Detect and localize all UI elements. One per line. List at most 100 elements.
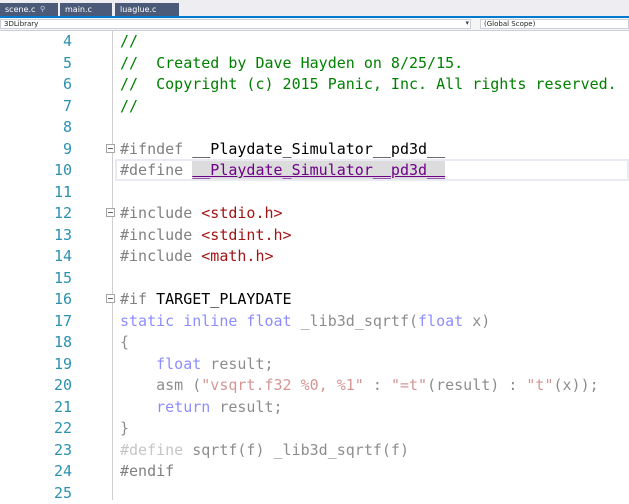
code-token: #include bbox=[120, 226, 201, 244]
line-number: 20 bbox=[0, 375, 72, 397]
code-line[interactable]: 25 bbox=[0, 483, 629, 504]
line-number: 24 bbox=[0, 461, 72, 483]
code-line[interactable]: 8 bbox=[0, 117, 629, 139]
code-line[interactable]: 11 bbox=[0, 182, 629, 204]
code-editor[interactable]: 4 // 5 // Created by Dave Hayden on 8/25/15… bbox=[0, 31, 629, 500]
code-text: #include <math.h> bbox=[120, 246, 274, 268]
code-text: #define sqrtf(f) _lib3d_sqrtf(f) bbox=[120, 440, 409, 462]
pin-icon[interactable]: ⚲ bbox=[40, 3, 45, 16]
line-number: 11 bbox=[0, 182, 72, 204]
line-number: 22 bbox=[0, 418, 72, 440]
code-token: <stdio.h> bbox=[201, 204, 282, 222]
collapse-icon[interactable] bbox=[106, 208, 115, 217]
code-text: float result; bbox=[120, 354, 274, 376]
code-token: return bbox=[156, 398, 210, 416]
code-text: #define __Playdate_Simulator__pd3d__ bbox=[120, 160, 445, 182]
code-line[interactable]: 5 // Created by Dave Hayden on 8/25/15. bbox=[0, 53, 629, 75]
project-dropdown-value: 3DLibrary bbox=[4, 20, 38, 28]
code-token: <stdint.h> bbox=[201, 226, 291, 244]
tab-luaglue-c[interactable]: luaglue.c bbox=[115, 3, 179, 16]
code-line[interactable]: 4 // bbox=[0, 31, 629, 53]
line-number: 25 bbox=[0, 483, 72, 504]
document-tab-bar: scene.c ⚲ main.c luaglue.c bbox=[0, 0, 629, 18]
code-line[interactable]: 9#ifndef __Playdate_Simulator__pd3d__ bbox=[0, 139, 629, 161]
collapse-icon[interactable] bbox=[106, 294, 115, 303]
code-line[interactable]: 13 #include <stdint.h> bbox=[0, 225, 629, 247]
code-text: // bbox=[120, 96, 138, 118]
line-number: 5 bbox=[0, 53, 72, 75]
code-line[interactable]: 22} bbox=[0, 418, 629, 440]
code-line[interactable]: 20 asm ("vsqrt.f32 %0, %1" : "=t"(result… bbox=[0, 375, 629, 397]
tab-scene-c[interactable]: scene.c ⚲ bbox=[0, 3, 58, 16]
code-token: x) bbox=[463, 312, 490, 330]
code-text: asm ("vsqrt.f32 %0, %1" : "=t"(result) :… bbox=[120, 375, 599, 397]
code-token: __Playdate_Simulator__pd3d__ bbox=[192, 161, 445, 179]
code-token: // Copyright (c) 2015 Panic, Inc. All ri… bbox=[120, 75, 617, 93]
code-text: } bbox=[120, 418, 129, 440]
code-token: { bbox=[120, 333, 129, 351]
code-token: #endif bbox=[120, 462, 174, 480]
code-token: #ifndef bbox=[120, 140, 192, 158]
line-number: 12 bbox=[0, 203, 72, 225]
line-number: 17 bbox=[0, 311, 72, 333]
project-dropdown[interactable]: 3DLibrary ▾ bbox=[0, 19, 471, 29]
line-number: 10 bbox=[0, 160, 72, 182]
tab-main-c[interactable]: main.c bbox=[60, 3, 112, 16]
line-number: 4 bbox=[0, 31, 72, 53]
line-number: 8 bbox=[0, 117, 72, 139]
chevron-down-icon[interactable]: ▾ bbox=[465, 19, 469, 28]
line-number: 14 bbox=[0, 246, 72, 268]
line-number: 16 bbox=[0, 289, 72, 311]
code-token: "vsqrt.f32 %0, %1" bbox=[201, 376, 364, 394]
code-token: #define bbox=[120, 161, 192, 179]
code-token: float bbox=[418, 312, 463, 330]
code-token: sqrtf(f) _lib3d_sqrtf(f) bbox=[192, 441, 409, 459]
tab-label: scene.c bbox=[5, 5, 35, 14]
code-text: // bbox=[120, 31, 138, 53]
code-token: : bbox=[364, 376, 391, 394]
code-token: // bbox=[120, 97, 138, 115]
code-token: // Created by Dave Hayden on 8/25/15. bbox=[120, 54, 463, 72]
code-line[interactable]: 21 return result; bbox=[0, 397, 629, 419]
code-token: } bbox=[120, 419, 129, 437]
code-line[interactable]: 15 bbox=[0, 268, 629, 290]
code-text: #include <stdint.h> bbox=[120, 225, 292, 247]
code-text: static inline float _lib3d_sqrtf(float x… bbox=[120, 311, 490, 333]
code-token: #if bbox=[120, 290, 156, 308]
code-token: result; bbox=[201, 355, 273, 373]
code-token: #include bbox=[120, 247, 201, 265]
code-line[interactable]: 7 // bbox=[0, 96, 629, 118]
line-number: 18 bbox=[0, 332, 72, 354]
code-line[interactable]: 16 #if TARGET_PLAYDATE bbox=[0, 289, 629, 311]
line-number: 19 bbox=[0, 354, 72, 376]
code-line[interactable]: 10 #define __Playdate_Simulator__pd3d__ bbox=[0, 160, 629, 182]
code-token bbox=[120, 398, 156, 416]
code-token: (x)); bbox=[554, 376, 599, 394]
code-token: // bbox=[120, 32, 138, 50]
line-number: 13 bbox=[0, 225, 72, 247]
collapse-icon[interactable] bbox=[106, 144, 115, 153]
code-text: #ifndef __Playdate_Simulator__pd3d__ bbox=[120, 139, 445, 161]
code-text: #include <stdio.h> bbox=[120, 203, 283, 225]
code-token: static inline float bbox=[120, 312, 301, 330]
code-text: // Copyright (c) 2015 Panic, Inc. All ri… bbox=[120, 74, 617, 96]
code-token: TARGET_PLAYDATE bbox=[156, 290, 291, 308]
code-line[interactable]: 19 float result; bbox=[0, 354, 629, 376]
line-number: 6 bbox=[0, 74, 72, 96]
code-line[interactable]: 18 { bbox=[0, 332, 629, 354]
tab-label: main.c bbox=[65, 5, 92, 14]
code-token: #define bbox=[120, 441, 192, 459]
code-line[interactable]: 14 #include <math.h> bbox=[0, 246, 629, 268]
code-line[interactable]: 17 static inline float _lib3d_sqrtf(float… bbox=[0, 311, 629, 333]
code-token bbox=[120, 355, 156, 373]
scope-dropdown[interactable]: (Global Scope) bbox=[480, 19, 629, 29]
code-token: _lib3d_sqrtf( bbox=[301, 312, 418, 330]
code-line[interactable]: 24 #endif bbox=[0, 461, 629, 483]
code-line[interactable]: 6 // Copyright (c) 2015 Panic, Inc. All r… bbox=[0, 74, 629, 96]
line-number: 23 bbox=[0, 440, 72, 462]
code-line[interactable]: 12 #include <stdio.h> bbox=[0, 203, 629, 225]
code-token: __Playdate_Simulator__pd3d__ bbox=[192, 140, 445, 158]
code-text: #if TARGET_PLAYDATE bbox=[120, 289, 292, 311]
line-number: 7 bbox=[0, 96, 72, 118]
code-line[interactable]: 23 #define sqrtf(f) _lib3d_sqrtf(f) bbox=[0, 440, 629, 462]
